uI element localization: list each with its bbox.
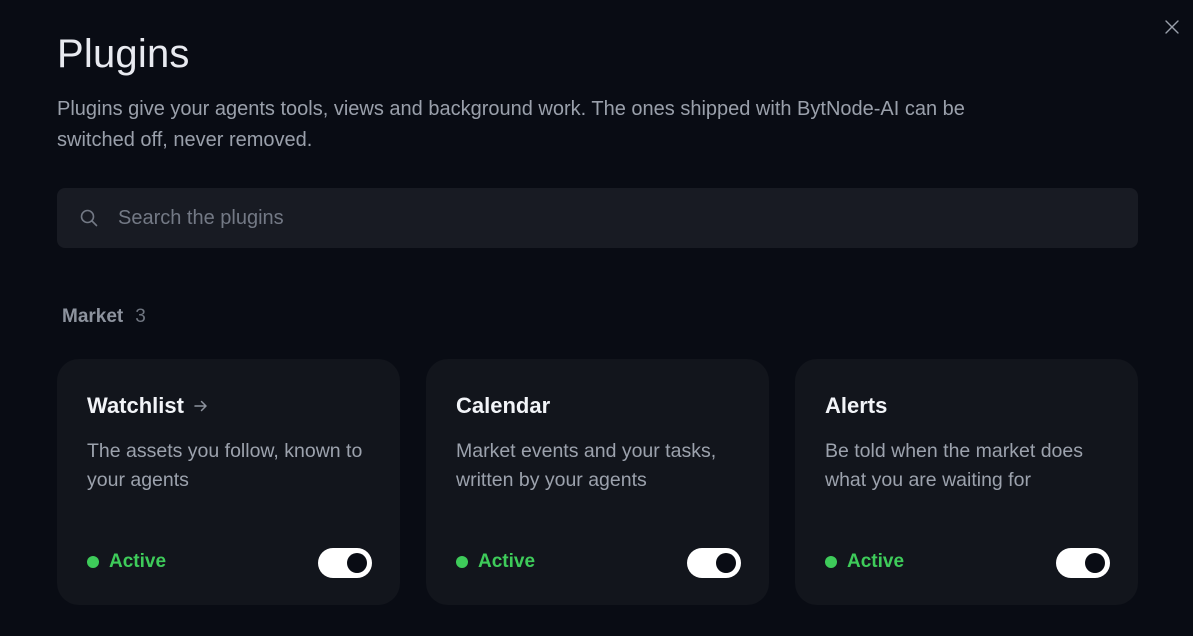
card-title: Alerts [825, 393, 888, 418]
section-count: 3 [135, 306, 146, 327]
enable-toggle[interactable] [318, 548, 372, 578]
card-description: Be told when the market does what you ar… [825, 440, 1083, 491]
toggle-knob [1085, 553, 1105, 573]
status-indicator: Active [87, 551, 166, 573]
section-header-market: Market 3 [62, 306, 146, 328]
card-description: Market events and your tasks, written by… [456, 440, 717, 491]
status-indicator: Active [456, 551, 535, 573]
close-button[interactable] [1163, 18, 1181, 36]
card-title: Watchlist [87, 393, 184, 418]
enable-toggle[interactable] [687, 548, 741, 578]
search-input[interactable] [118, 188, 1118, 248]
toggle-knob [347, 553, 367, 573]
plugins-modal: Plugins Plugins give your agents tools, … [0, 0, 1193, 636]
status-label: Active [478, 551, 536, 572]
card-title-row: Calendar [456, 393, 550, 419]
status-dot [456, 556, 468, 568]
card-description: The assets you follow, known to your age… [87, 440, 363, 491]
close-icon [1165, 20, 1179, 34]
card-title-row[interactable]: Watchlist [87, 393, 208, 419]
status-dot [825, 556, 837, 568]
page-description: Plugins give your agents tools, views an… [57, 98, 965, 151]
section-name: Market [62, 306, 124, 327]
plugin-card-alerts[interactable]: Alerts Be told when the market does what… [795, 359, 1138, 605]
status-indicator: Active [825, 551, 904, 573]
card-title-row: Alerts [825, 393, 887, 419]
toggle-knob [716, 553, 736, 573]
status-label: Active [109, 551, 167, 572]
status-dot [87, 556, 99, 568]
card-title: Calendar [456, 393, 551, 418]
enable-toggle[interactable] [1056, 548, 1110, 578]
status-label: Active [847, 551, 905, 572]
search-icon [80, 209, 98, 227]
plugin-card-watchlist[interactable]: Watchlist The assets you follow, known t… [57, 359, 400, 605]
search-bar[interactable] [57, 188, 1138, 248]
plugin-card-calendar[interactable]: Calendar Market events and your tasks, w… [426, 359, 769, 605]
arrow-right-icon [194, 400, 207, 412]
page-title: Plugins [57, 32, 190, 76]
